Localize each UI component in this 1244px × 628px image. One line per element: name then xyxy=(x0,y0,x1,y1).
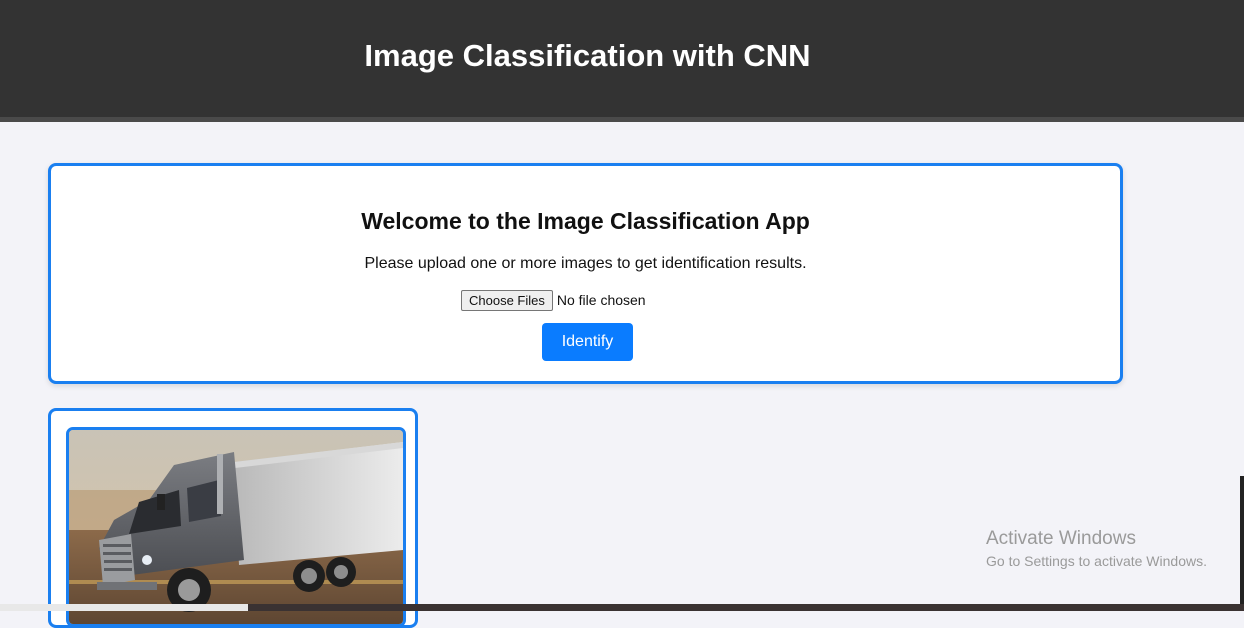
upload-card: Welcome to the Image Classification App … xyxy=(48,163,1123,384)
bottom-strip-left xyxy=(0,604,248,611)
welcome-description: Please upload one or more images to get … xyxy=(364,255,807,272)
watermark-subtitle: Go to Settings to activate Windows. xyxy=(986,553,1207,569)
page-title: Image Classification with CNN xyxy=(364,38,811,73)
result-card xyxy=(48,408,418,628)
truck-image xyxy=(66,427,406,627)
file-status-text: No file chosen xyxy=(556,292,646,308)
activate-windows-watermark: Activate Windows Go to Settings to activ… xyxy=(986,528,1207,571)
scrollbar-edge[interactable] xyxy=(1240,476,1244,604)
header-bar: Image Classification with CNN xyxy=(0,0,1244,117)
welcome-title: Welcome to the Image Classification App xyxy=(361,208,810,234)
bottom-strip xyxy=(248,604,1244,611)
watermark-title: Activate Windows xyxy=(986,528,1136,549)
file-input[interactable]: Choose Files No file chosen xyxy=(461,289,646,311)
choose-files-button[interactable]: Choose Files xyxy=(461,289,553,311)
truck-image-icon xyxy=(69,430,403,624)
header-divider xyxy=(0,117,1244,122)
identify-button[interactable]: Identify xyxy=(542,323,633,361)
